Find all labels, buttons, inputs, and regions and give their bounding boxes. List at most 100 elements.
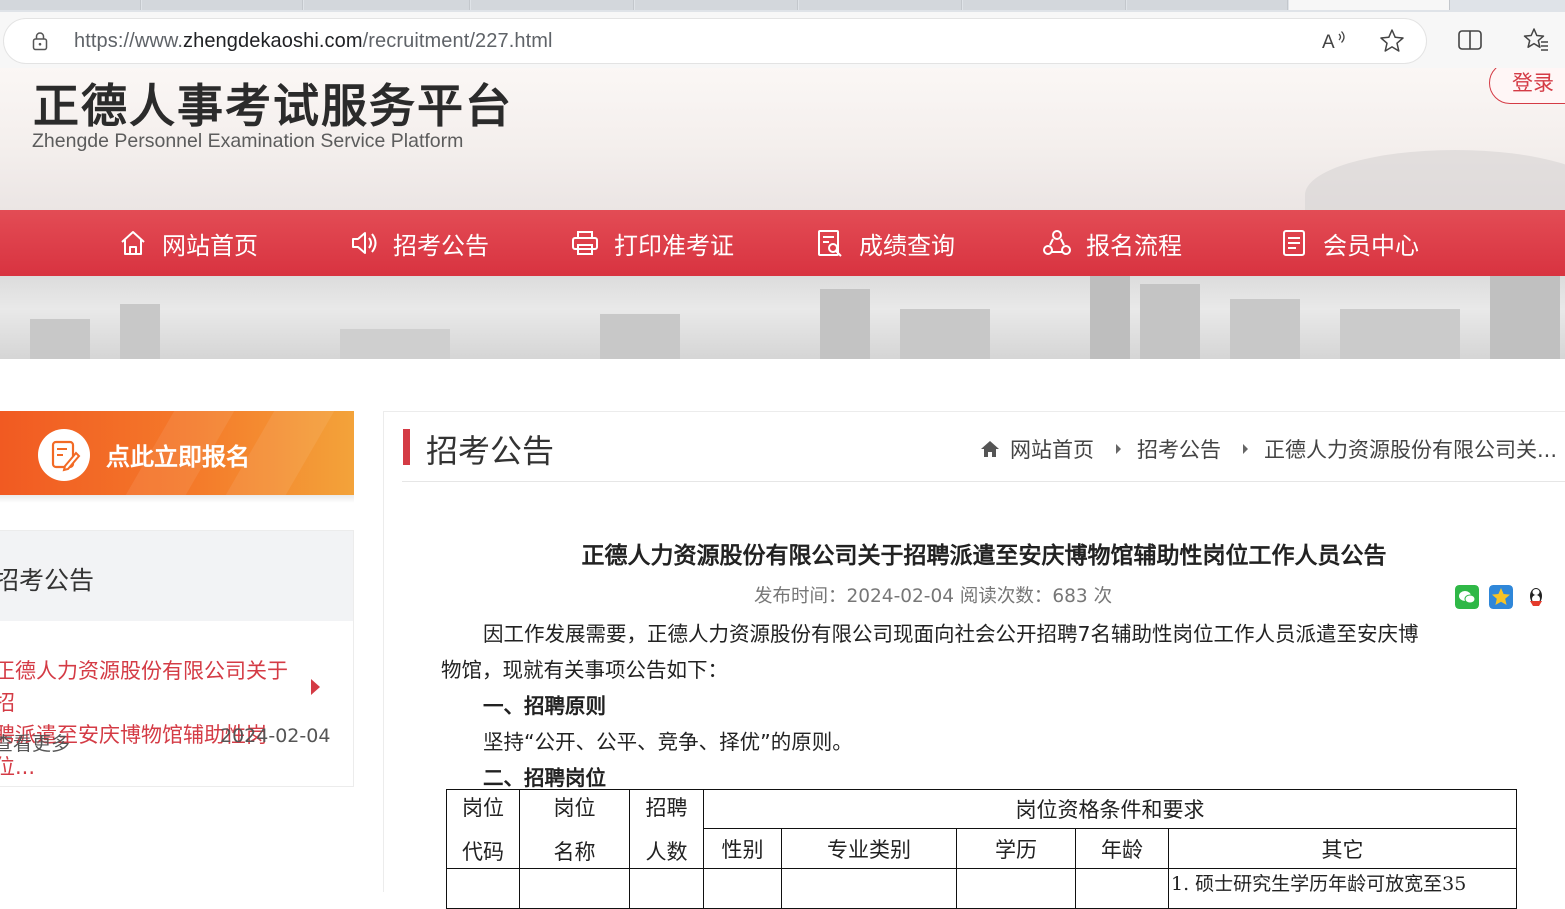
nav-label: 打印准考证 xyxy=(614,231,734,260)
browser-tab[interactable] xyxy=(304,0,470,10)
caret-right-icon xyxy=(1243,444,1248,454)
header-text: 代码 xyxy=(462,840,504,864)
main-nav: 网站首页 招考公告 打印准考证 成绩查询 报名流程 会员中心 xyxy=(0,210,1565,276)
caret-right-icon xyxy=(1116,444,1121,454)
browser-tab-active[interactable] xyxy=(1289,0,1450,10)
browser-tab[interactable] xyxy=(142,0,303,10)
site-header: 正德人事考试服务平台 Zhengde Personnel Examination… xyxy=(0,68,1565,210)
nav-item-announcements[interactable]: 招考公告 xyxy=(349,210,489,276)
qq-share-icon[interactable] xyxy=(1524,585,1548,609)
score-search-icon xyxy=(818,230,842,257)
header-position-name: 岗位 名称 xyxy=(519,789,630,869)
nav-item-print-ticket[interactable]: 打印准考证 xyxy=(570,210,734,276)
favorite-star-icon[interactable] xyxy=(1378,27,1406,55)
section-heading-positions: 二、招聘岗位 xyxy=(483,766,606,790)
site-title[interactable]: 正德人事考试服务平台 xyxy=(33,70,513,136)
view-more-link[interactable]: 查看更多 xyxy=(0,729,70,756)
sidebar-link-line1: 正德人力资源股份有限公司关于招 xyxy=(0,659,288,715)
header-position-code: 岗位 代码 xyxy=(446,789,520,869)
nav-label: 会员中心 xyxy=(1323,231,1419,260)
url-domain: zhengdekaoshi.com xyxy=(183,30,363,52)
header-text: 岗位 xyxy=(462,796,504,820)
header-gender: 性别 xyxy=(703,828,782,869)
sidebar-announcement-link[interactable]: 正德人力资源股份有限公司关于招 聘派遣至安庆博物馆辅助性岗位... xyxy=(0,655,294,783)
sidebar-title: 招考公告 xyxy=(0,566,95,595)
nav-item-member-center[interactable]: 会员中心 xyxy=(1279,210,1419,276)
sidebar-announcements: 招考公告 正德人力资源股份有限公司关于招 聘派遣至安庆博物馆辅助性岗位... 查… xyxy=(0,530,354,787)
sidebar-date: 2024-02-04 xyxy=(220,725,331,747)
read-aloud-icon[interactable]: A xyxy=(1320,27,1348,55)
site-subtitle: Zhengde Personnel Examination Service Pl… xyxy=(32,130,464,152)
split-screen-icon[interactable] xyxy=(1456,26,1484,54)
svg-text:A: A xyxy=(1322,32,1335,53)
header-text: 招聘 xyxy=(645,796,688,820)
breadcrumb: 网站首页 招考公告 正德人力资源股份有限公司关... xyxy=(980,434,1557,464)
table-cell xyxy=(781,868,957,909)
table-cell-other: 1. 硕士研究生学历年龄可放宽至35 xyxy=(1168,868,1517,909)
table-cell xyxy=(703,868,782,909)
header-age: 年龄 xyxy=(1075,828,1169,869)
nav-label: 成绩查询 xyxy=(859,231,955,260)
nav-item-registration-process[interactable]: 报名流程 xyxy=(1042,210,1182,276)
sidebar-header: 招考公告 xyxy=(0,531,353,621)
section-heading-principle: 一、招聘原则 xyxy=(483,694,606,718)
nav-item-score-query[interactable]: 成绩查询 xyxy=(815,210,955,276)
header-background-hill xyxy=(1305,150,1565,210)
city-banner-image xyxy=(0,276,1565,359)
browser-tab[interactable] xyxy=(1127,0,1288,10)
article-title: 正德人力资源股份有限公司关于招聘派遣至安庆博物馆辅助性岗位工作人员公告 xyxy=(581,543,1387,569)
nav-label: 网站首页 xyxy=(162,231,258,260)
breadcrumb-home[interactable]: 网站首页 xyxy=(1010,434,1094,464)
caret-right-icon xyxy=(311,679,320,695)
sidebar-shadow xyxy=(0,495,354,503)
header-major: 专业类别 xyxy=(781,828,957,869)
header-hire-count: 招聘 人数 xyxy=(629,789,704,869)
browser-tab[interactable] xyxy=(799,0,962,10)
breadcrumb-announcements[interactable]: 招考公告 xyxy=(1137,434,1221,464)
table-cell xyxy=(629,868,704,909)
table-cell xyxy=(519,868,630,909)
url-path: /recruitment/227.html xyxy=(362,30,553,52)
printer-icon xyxy=(572,231,598,255)
title-accent-bar xyxy=(403,429,410,465)
url-prefix: https://www. xyxy=(74,30,184,52)
header-requirements: 岗位资格条件和要求 xyxy=(703,789,1517,829)
table-cell xyxy=(1075,868,1169,909)
table-cell xyxy=(956,868,1076,909)
breadcrumb-current[interactable]: 正德人力资源股份有限公司关... xyxy=(1264,434,1557,464)
nav-item-home[interactable]: 网站首页 xyxy=(118,210,258,276)
url-field[interactable]: https://www.zhengdekaoshi.com/recruitmen… xyxy=(4,19,1426,63)
table-cell xyxy=(446,868,520,909)
login-button[interactable]: 登录 xyxy=(1489,68,1565,104)
intro-paragraph-line2: 物馆，现就有关事项公告如下： xyxy=(441,658,728,682)
header-text: 人数 xyxy=(645,840,688,864)
table-row: 1. 硕士研究生学历年龄可放宽至35 xyxy=(446,868,1517,909)
header-text: 名称 xyxy=(553,840,596,864)
browser-tab[interactable] xyxy=(471,0,634,10)
register-now-button[interactable]: 点此立即报名 xyxy=(0,411,354,495)
home-icon xyxy=(121,231,145,255)
address-bar-area: https://www.zhengdekaoshi.com/recruitmen… xyxy=(0,12,1565,68)
header-other: 其它 xyxy=(1168,828,1517,869)
lock-icon[interactable] xyxy=(32,31,48,51)
register-label: 点此立即报名 xyxy=(106,443,250,471)
wechat-share-icon[interactable] xyxy=(1455,585,1479,609)
header-education: 学历 xyxy=(956,828,1076,869)
browser-tab[interactable] xyxy=(963,0,1126,10)
browser-tab[interactable] xyxy=(635,0,798,10)
principle-text: 坚持“公开、公平、竞争、择优”的原则。 xyxy=(483,730,853,754)
qzone-share-icon[interactable] xyxy=(1489,585,1513,609)
browser-tab[interactable] xyxy=(0,0,141,10)
divider xyxy=(402,481,1565,482)
header-text: 岗位 xyxy=(553,796,596,820)
member-icon xyxy=(1283,230,1305,256)
other-requirement-text: 1. 硕士研究生学历年龄可放宽至35 xyxy=(1171,873,1467,895)
section-title: 招考公告 xyxy=(426,432,555,470)
home-icon xyxy=(981,441,999,457)
url-text[interactable]: https://www.zhengdekaoshi.com/recruitmen… xyxy=(74,30,553,53)
browser-tab-strip xyxy=(0,0,1565,12)
process-icon xyxy=(1043,230,1071,255)
nav-label: 报名流程 xyxy=(1086,231,1182,260)
favorites-icon[interactable] xyxy=(1522,26,1550,54)
positions-table: 岗位代码 岗位名称 招聘人数 岗位资格条件和要求 性别 专业类别 学历 年龄 其… xyxy=(446,789,1517,909)
